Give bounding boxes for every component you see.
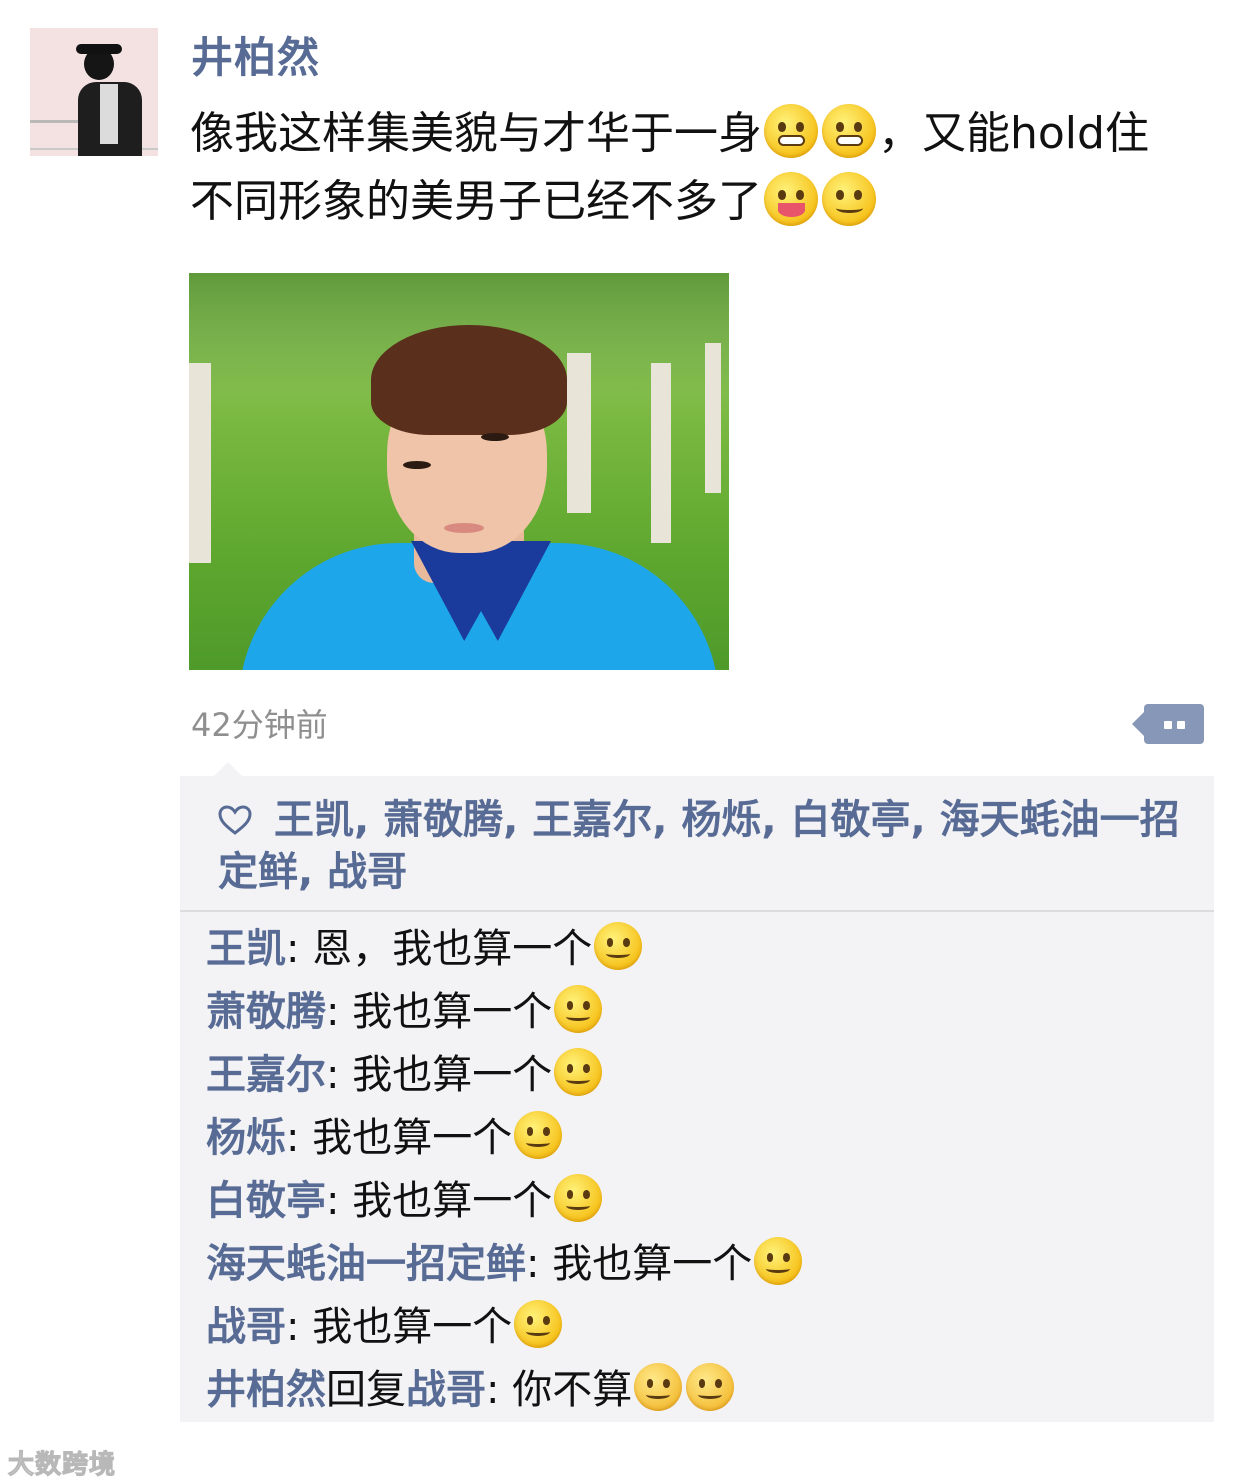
like-separator: , (298, 849, 328, 895)
tongue-wink-emoji (764, 172, 818, 226)
thinking-emoji (634, 1363, 683, 1411)
reply-item[interactable]: 井柏然回复战哥: 你不算 (206, 1359, 1196, 1422)
post-text-part1: 像我这样集美貌与才华于一身 (190, 108, 762, 159)
dots-icon (1164, 721, 1172, 729)
divider (180, 910, 1214, 912)
more-actions-button[interactable] (1132, 704, 1204, 744)
post-time: 42分钟前 (191, 706, 328, 744)
comment-area: 王凯, 萧敬腾, 王嘉尔, 杨烁, 白敬亭, 海天蚝油一招定鲜, 战哥 王凯: … (180, 776, 1214, 1422)
comment-item[interactable]: 白敬亭: 我也算一个 (206, 1170, 1196, 1233)
post-author[interactable]: 井柏然 (191, 24, 320, 85)
like-name[interactable]: 王凯 (274, 797, 354, 843)
like-name[interactable]: 萧敬腾 (383, 797, 503, 843)
comment-list: 王凯: 恩，我也算一个 萧敬腾: 我也算一个 王嘉尔: 我也算一个 杨烁: 我也… (206, 918, 1196, 1422)
comment-author[interactable]: 白敬亭 (206, 1178, 326, 1224)
like-separator: , (761, 797, 791, 843)
comment-author[interactable]: 萧敬腾 (206, 989, 326, 1035)
reply-word: 回复 (326, 1367, 406, 1413)
reply-to[interactable]: 战哥 (406, 1367, 486, 1413)
comment-text: : 我也算一个 (326, 1052, 553, 1098)
grinning-emoji (764, 104, 818, 158)
comment-text: : 恩，我也算一个 (286, 926, 593, 972)
like-separator: , (910, 797, 940, 843)
comment-text: : 我也算一个 (286, 1115, 513, 1161)
comment-item[interactable]: 海天蚝油一招定鲜: 我也算一个 (206, 1233, 1196, 1296)
comment-text: : 我也算一个 (326, 1178, 553, 1224)
post-text: 像我这样集美貌与才华于一身 ，又能hold住不同形象的美男子已经不多了 (190, 100, 1180, 236)
comment-item[interactable]: 战哥: 我也算一个 (206, 1296, 1196, 1359)
comment-text: : 我也算一个 (326, 989, 553, 1035)
smile-emoji (554, 985, 603, 1033)
avatar[interactable] (30, 28, 158, 156)
like-separator: , (652, 797, 682, 843)
comment-text: : 我也算一个 (526, 1241, 753, 1287)
reply-from[interactable]: 井柏然 (206, 1367, 326, 1413)
like-name[interactable]: 战哥 (327, 849, 407, 895)
like-separator: , (503, 797, 533, 843)
dots-icon-part (1177, 721, 1185, 729)
smile-emoji (514, 1300, 563, 1348)
comment-item[interactable]: 王嘉尔: 我也算一个 (206, 1044, 1196, 1107)
like-name[interactable]: 王嘉尔 (532, 797, 652, 843)
comment-author[interactable]: 海天蚝油一招定鲜 (206, 1241, 526, 1287)
heart-icon (218, 796, 252, 835)
comment-text: : 我也算一个 (286, 1304, 513, 1350)
like-separator: , (354, 797, 384, 843)
post-photo[interactable] (189, 273, 729, 670)
comment-item[interactable]: 萧敬腾: 我也算一个 (206, 981, 1196, 1044)
like-name[interactable]: 白敬亭 (791, 797, 911, 843)
comment-item[interactable]: 杨烁: 我也算一个 (206, 1107, 1196, 1170)
comment-author[interactable]: 王凯 (206, 926, 286, 972)
smile-emoji (514, 1111, 563, 1159)
smile-emoji (754, 1237, 803, 1285)
comment-author[interactable]: 王嘉尔 (206, 1052, 326, 1098)
comment-item[interactable]: 王凯: 恩，我也算一个 (206, 918, 1196, 981)
smirk-emoji (822, 172, 876, 226)
comment-author[interactable]: 战哥 (206, 1304, 286, 1350)
thinking-emoji (686, 1363, 735, 1411)
moments-post: 井柏然 像我这样集美貌与才华于一身 ，又能hold住不同形象的美男子已经不多了 4… (0, 0, 1242, 1482)
smile-emoji (594, 922, 643, 970)
watermark: 大数跨境 (7, 1450, 117, 1481)
like-name[interactable]: 杨烁 (681, 797, 761, 843)
likes-list: 王凯, 萧敬腾, 王嘉尔, 杨烁, 白敬亭, 海天蚝油一招定鲜, 战哥 (218, 794, 1188, 898)
smile-emoji (554, 1048, 603, 1096)
grinning-emoji (822, 104, 876, 158)
comment-author[interactable]: 杨烁 (206, 1115, 286, 1161)
smile-emoji (554, 1174, 603, 1222)
reply-text: : 你不算 (486, 1367, 633, 1413)
